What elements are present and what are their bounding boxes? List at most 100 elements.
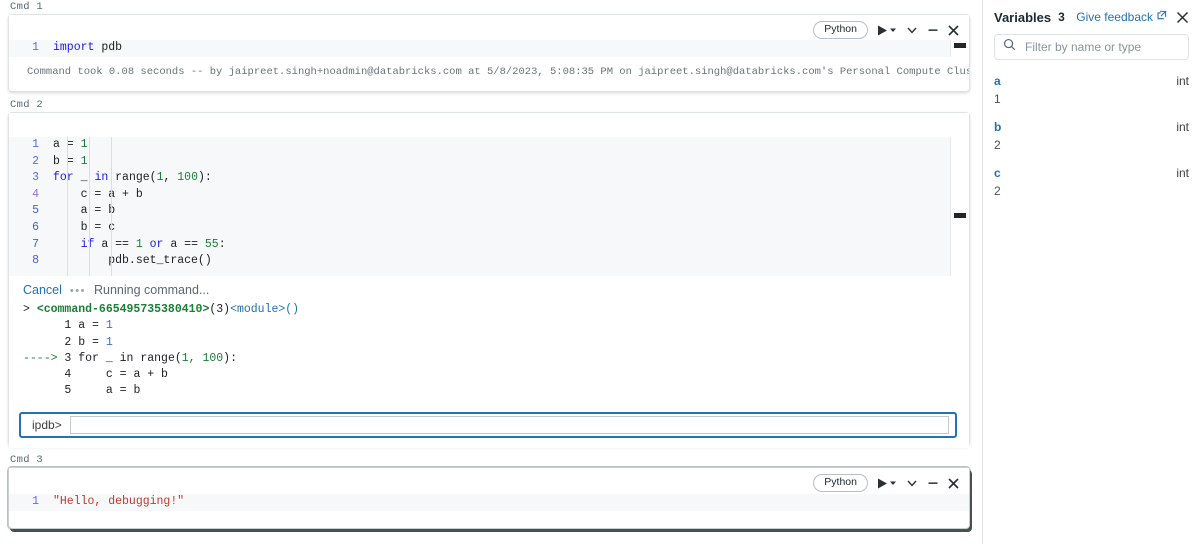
variables-count-badge: 3	[1058, 10, 1065, 24]
cell-3-run-button[interactable]	[877, 478, 897, 489]
chevron-down-icon[interactable]	[906, 477, 918, 489]
variable-type: int	[1176, 120, 1189, 134]
variable-type: int	[1176, 166, 1189, 180]
cmd-1-label: Cmd 1	[10, 1, 44, 13]
loading-dots-icon: •••	[69, 285, 86, 297]
variables-filter[interactable]	[994, 34, 1189, 60]
cell-1-code[interactable]: 1 import pdb	[9, 40, 969, 57]
cell-3-language-pill[interactable]: Python	[813, 474, 868, 492]
cell-1-footer-status: Command took 0.08 seconds -- by jaipreet…	[9, 57, 969, 86]
code-line[interactable]: 2 b = 1	[9, 154, 969, 171]
ipdb-input[interactable]	[69, 416, 949, 435]
indent-guide	[67, 137, 68, 276]
cell-2-editor[interactable]: 1 a = 1 2 b = 1 3 for _ in range(1, 100)…	[9, 113, 969, 449]
external-link-icon	[1156, 10, 1167, 24]
close-icon[interactable]	[948, 477, 959, 489]
line-number: 1	[32, 138, 39, 151]
close-icon[interactable]	[948, 24, 959, 36]
cmd-3-label: Cmd 3	[10, 454, 44, 466]
line-number: 5	[32, 204, 39, 218]
code-line[interactable]: 3 for _ in range(1, 100):	[9, 170, 969, 187]
code-line[interactable]: 5 a = b	[9, 203, 969, 220]
code-line[interactable]: 6 b = c	[9, 220, 969, 237]
debug-trace-line-current: ----> 3 for _ in range(1, 100):	[23, 351, 237, 365]
notebook-cell-1[interactable]: Python 1 import pdb Command took 0.08 se…	[8, 14, 970, 92]
code-line[interactable]: 4 c = a + b	[9, 187, 969, 204]
minimap-viewport[interactable]	[954, 213, 966, 218]
minus-icon[interactable]	[927, 24, 939, 36]
line-content[interactable]: "Hello, debugging!"	[53, 494, 184, 511]
variables-panel-title: Variables	[994, 9, 1052, 25]
cell-3-toolbar: Python	[813, 474, 959, 492]
variable-row: b int	[994, 120, 1189, 134]
cell-1-language-pill[interactable]: Python	[813, 21, 868, 39]
line-content[interactable]: for _ in range(1, 100):	[53, 170, 212, 187]
debug-frame-line: > <command-665495735380410>(3)<module>()	[23, 303, 300, 317]
variable-row: c int	[994, 166, 1189, 180]
minus-icon[interactable]	[927, 477, 939, 489]
cmd-2-label: Cmd 2	[10, 99, 44, 111]
line-content[interactable]: b = 1	[53, 154, 88, 171]
search-icon	[1003, 38, 1016, 56]
variable-type: int	[1176, 74, 1189, 88]
line-content[interactable]: b = c	[53, 220, 116, 237]
debug-trace-line: 5 a = b	[64, 384, 141, 398]
cell-3-code[interactable]: 1 "Hello, debugging!"	[9, 494, 969, 511]
variables-filter-input[interactable]	[1023, 39, 1180, 55]
variable-row: a int	[994, 74, 1189, 88]
indent-guide	[89, 137, 90, 276]
line-content[interactable]: a = b	[53, 203, 116, 220]
line-number: 7	[32, 237, 39, 251]
debug-status-row: Cancel ••• Running command...	[23, 282, 969, 302]
indent-guide	[111, 137, 112, 276]
chevron-down-icon[interactable]	[906, 24, 918, 36]
variable-item[interactable]: c int 2	[994, 166, 1189, 198]
play-icon[interactable]	[877, 478, 888, 489]
variable-value: 2	[994, 138, 1001, 152]
cell-1-minimap[interactable]	[950, 40, 969, 57]
line-content[interactable]: a = 1	[53, 137, 88, 154]
ipdb-prompt-label: ipdb>	[32, 418, 62, 433]
code-line[interactable]: 1 a = 1	[9, 137, 969, 154]
line-content[interactable]: if a == 1 or a == 55:	[53, 237, 226, 254]
variable-item[interactable]: b int 2	[994, 120, 1189, 152]
variable-value: 1	[994, 92, 1001, 106]
caret-down-icon[interactable]	[889, 479, 897, 487]
line-number: 1	[32, 495, 39, 508]
notebook-area: Cmd 1 Python 1 import pdb Command took 0…	[0, 0, 982, 544]
line-number: 3	[32, 171, 39, 185]
cell-1-run-button[interactable]	[877, 25, 897, 36]
line-content[interactable]: pdb.set_trace()	[53, 253, 212, 270]
give-feedback-link[interactable]: Give feedback	[1076, 10, 1167, 24]
minimap-viewport[interactable]	[954, 43, 966, 48]
line-number: 6	[32, 220, 39, 234]
databricks-notebook-app: Cmd 1 Python 1 import pdb Command took 0…	[0, 0, 1200, 544]
cell-1-toolbar: Python	[813, 21, 959, 39]
line-number: 4	[32, 187, 39, 201]
play-icon[interactable]	[877, 25, 888, 36]
ipdb-prompt[interactable]: ipdb>	[19, 412, 957, 439]
notebook-cell-3[interactable]: Python 1 "Hello, debugging!"	[8, 467, 970, 529]
variables-panel: Variables 3 Give feedback Filter by name…	[982, 0, 1200, 544]
code-line[interactable]: 7 if a == 1 or a == 55:	[9, 237, 969, 254]
code-line[interactable]: 1 import pdb	[9, 40, 969, 57]
variables-list: a int 1 b int 2 c int 2	[994, 74, 1189, 198]
debug-trace-line: 1 a = 1	[64, 319, 113, 333]
close-variables-panel-button[interactable]	[1176, 11, 1189, 24]
line-content[interactable]: import pdb	[53, 40, 122, 57]
variable-name: c	[994, 166, 1001, 180]
caret-down-icon[interactable]	[889, 26, 897, 34]
code-line[interactable]: 8 pdb.set_trace()	[9, 253, 969, 270]
code-line[interactable]: 1 "Hello, debugging!"	[9, 494, 969, 511]
debugger-output: Cancel ••• Running command... > <command…	[9, 276, 969, 400]
variable-name: a	[994, 74, 1001, 88]
variable-value: 2	[994, 184, 1001, 198]
notebook-cell-2[interactable]: 1 a = 1 2 b = 1 3 for _ in range(1, 100)…	[8, 112, 970, 449]
line-number: 8	[32, 254, 39, 268]
cancel-button[interactable]: Cancel	[23, 282, 62, 298]
cell-2-code[interactable]: 1 a = 1 2 b = 1 3 for _ in range(1, 100)…	[9, 137, 969, 276]
variable-name: b	[994, 120, 1002, 134]
variable-item[interactable]: a int 1	[994, 74, 1189, 106]
line-number: 1	[32, 41, 39, 54]
cell-2-minimap[interactable]	[950, 137, 969, 276]
